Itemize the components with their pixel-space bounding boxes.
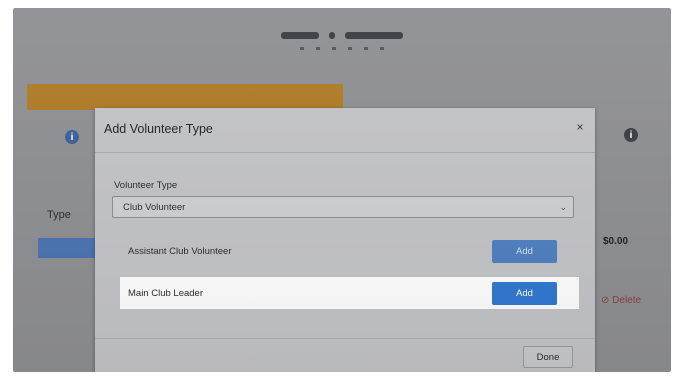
select-volunteer-button[interactable] bbox=[38, 238, 102, 258]
volunteer-type-selected-value: Club Volunteer bbox=[123, 201, 186, 213]
done-button[interactable]: Done bbox=[523, 346, 573, 368]
photographed-screen: i i Type $0.00 ⊘ Delete Add Volunteer Ty… bbox=[13, 8, 671, 372]
add-volunteer-type-modal: Add Volunteer Type × Volunteer Type Club… bbox=[95, 108, 595, 372]
volunteer-option-row: Assistant Club Volunteer Add bbox=[120, 235, 579, 267]
volunteer-type-label: Volunteer Type bbox=[114, 180, 178, 191]
volunteer-option-row: Main Club Leader Add bbox=[120, 277, 579, 309]
modal-title: Add Volunteer Type bbox=[104, 122, 213, 136]
delete-label: Delete bbox=[612, 295, 642, 306]
add-assistant-club-volunteer-button[interactable]: Add bbox=[492, 239, 557, 263]
volunteer-type-select[interactable]: Club Volunteer ⌄ bbox=[112, 196, 574, 218]
chevron-down-icon: ⌄ bbox=[559, 202, 567, 212]
site-logo bbox=[13, 32, 671, 58]
type-column-label: Type bbox=[47, 209, 71, 221]
notice-banner bbox=[27, 84, 343, 110]
close-icon[interactable]: × bbox=[573, 120, 587, 134]
add-main-club-leader-button[interactable]: Add bbox=[492, 281, 557, 305]
info-icon: i bbox=[65, 130, 79, 144]
modal-header-divider bbox=[95, 152, 595, 153]
volunteer-option-label: Assistant Club Volunteer bbox=[128, 245, 232, 257]
volunteer-option-label: Main Club Leader bbox=[128, 287, 203, 299]
modal-footer-divider bbox=[95, 338, 595, 339]
amount-value: $0.00 bbox=[603, 236, 629, 247]
info-icon: i bbox=[624, 128, 638, 142]
delete-link[interactable]: ⊘ Delete bbox=[601, 295, 641, 306]
